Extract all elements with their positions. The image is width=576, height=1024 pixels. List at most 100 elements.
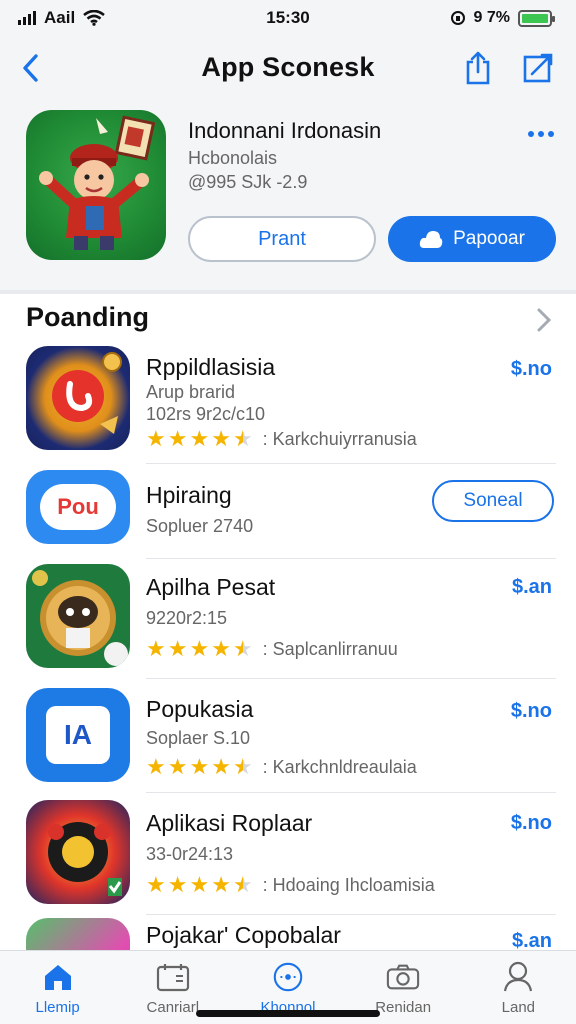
divider [146, 558, 556, 559]
compose-button[interactable] [518, 48, 558, 88]
app-icon [26, 346, 130, 450]
featured-app-meta: @995 SJk -2.9 [188, 172, 308, 192]
list-item[interactable]: Pou Hpiraing Sopluer 2740 Soneal [0, 470, 576, 559]
featured-app-icon[interactable] [26, 110, 166, 260]
featured-primary-button[interactable]: Papooar [388, 216, 556, 262]
price-button[interactable]: $.no [511, 700, 552, 723]
app-meta: 33-0r24:13 [146, 844, 234, 864]
price-button[interactable]: $.an [512, 930, 552, 950]
app-icon [26, 800, 130, 904]
section-title: Poanding [26, 302, 149, 332]
tab-label: Llemip [35, 999, 80, 1016]
list-item[interactable]: Aplikasi Roplaar 33-0r24:13 ★ ★ ★ ★ ★ : Hdoa… [0, 800, 576, 915]
cloud-download-icon [419, 231, 443, 248]
home-indicator[interactable] [196, 1010, 380, 1017]
share-icon [466, 51, 490, 85]
app-icon: IA [26, 688, 130, 782]
star-icon: ★ [211, 636, 231, 661]
star-half-icon: ★ [232, 754, 253, 779]
chevron-right-icon[interactable] [532, 306, 556, 334]
app-icon-wordmark: Pou [57, 494, 99, 519]
camera-icon [386, 961, 420, 993]
star-icon: ★ [167, 872, 188, 897]
featured-app-name: Indonnani Irdonasin [188, 118, 382, 143]
action-button[interactable]: Soneal [432, 480, 554, 522]
star-icon: ★ [146, 636, 166, 661]
home-icon [41, 961, 75, 993]
person-icon [501, 961, 535, 993]
star-icon: ★ [211, 426, 231, 451]
list-item[interactable]: Pojakar' Copobalar $.an [0, 918, 576, 950]
status-time: 15:30 [266, 8, 310, 27]
featured-primary-label: Papooar [453, 228, 525, 249]
star-icon: ★ [189, 426, 210, 451]
star-icon: ★ [146, 754, 166, 779]
featured-secondary-button[interactable]: Prant [188, 216, 376, 262]
star-icon: ★ [167, 754, 188, 779]
app-meta: 9220r2:15 [146, 608, 228, 628]
wheel-logo-icon [48, 822, 122, 896]
app-icon [26, 564, 130, 668]
app-list-section: Poanding Rppildlasisia Arup brarid 102rs… [0, 290, 576, 950]
star-rating: ★ ★ ★ ★ ★ : Saplcanlirranuu [146, 638, 398, 660]
app-name: Hpiraing [146, 482, 232, 508]
star-half-icon: ★ [232, 872, 253, 897]
tab-label: Renidan [375, 999, 432, 1016]
featured-app-subtitle: Hcbonolais [188, 148, 278, 168]
app-meta: 102rs 9r2c/c10 [146, 404, 266, 424]
star-half-icon: ★ [232, 636, 253, 661]
review-text: : Hdoaing Ihcloamisia [262, 874, 435, 895]
app-meta: Soplaer S.10 [146, 728, 251, 748]
star-rating: ★ ★ ★ ★ ★ : Karkchnldreaulaia [146, 756, 417, 778]
star-icon: ★ [167, 636, 188, 661]
external-link-icon [523, 53, 553, 83]
divider [146, 792, 556, 793]
app-subtitle: Arup brarid [146, 382, 236, 402]
nav-bar: App Sconesk [0, 36, 576, 100]
review-text: : Karkchnldreaulaia [262, 756, 417, 777]
star-icon: ★ [189, 636, 210, 661]
tab-home[interactable]: Llemip [0, 951, 115, 1024]
app-icon [26, 918, 130, 950]
status-bar: Aail 15:30 9 7% [0, 0, 576, 36]
list-item[interactable]: IA Popukasia Soplaer S.10 ★ ★ ★ ★ ★ : Karkch… [0, 688, 576, 793]
star-rating: ★ ★ ★ ★ ★ : Hdoaing Ihcloamisia [146, 874, 435, 896]
star-icon: ★ [146, 872, 166, 897]
app-name: Rppildlasisia [146, 354, 276, 380]
app-name: Popukasia [146, 696, 254, 722]
app-icon: Pou [26, 470, 130, 544]
star-icon: ★ [167, 426, 188, 451]
star-rating: ★ ★ ★ ★ ★ : Karkchuiyrranusia [146, 428, 417, 450]
app-icon-wordmark: IA [64, 719, 92, 750]
character-icon [32, 570, 128, 666]
swirl-logo-icon [52, 352, 122, 434]
star-icon: ★ [211, 754, 231, 779]
app-name: Aplikasi Roplaar [146, 810, 313, 836]
review-text: : Karkchuiyrranusia [262, 428, 417, 449]
star-icon: ★ [189, 872, 210, 897]
app-subtitle: Sopluer 2740 [146, 516, 254, 536]
price-button[interactable]: $.no [511, 812, 552, 835]
mascot-icon [39, 115, 156, 250]
app-name: Apilha Pesat [146, 574, 276, 600]
share-button[interactable] [460, 48, 496, 88]
star-half-icon: ★ [232, 426, 253, 451]
tab-label: Land [501, 999, 536, 1016]
list-item[interactable]: Apilha Pesat 9220r2:15 ★ ★ ★ ★ ★ : Saplcanli… [0, 564, 576, 679]
app-name: Pojakar' Copobalar [146, 922, 341, 948]
battery-icon [518, 9, 555, 27]
price-button[interactable]: $.no [511, 358, 552, 381]
price-button[interactable]: $.an [512, 576, 552, 599]
tab-label: Canriarl [146, 999, 200, 1016]
review-text: : Saplcanlirranuu [262, 638, 398, 659]
tab-profile[interactable]: Land [461, 951, 576, 1024]
more-options-button[interactable] [524, 122, 558, 146]
list-item[interactable]: Rppildlasisia Arup brarid 102rs 9r2c/c10… [0, 346, 576, 464]
calendar-icon [156, 961, 190, 993]
header-area: App Sconesk Indonnani Irdonasin Hcbonola… [0, 36, 576, 290]
divider [146, 678, 556, 679]
divider [146, 463, 556, 464]
star-icon: ★ [211, 872, 231, 897]
star-icon: ★ [189, 754, 210, 779]
channel-icon [271, 961, 305, 993]
